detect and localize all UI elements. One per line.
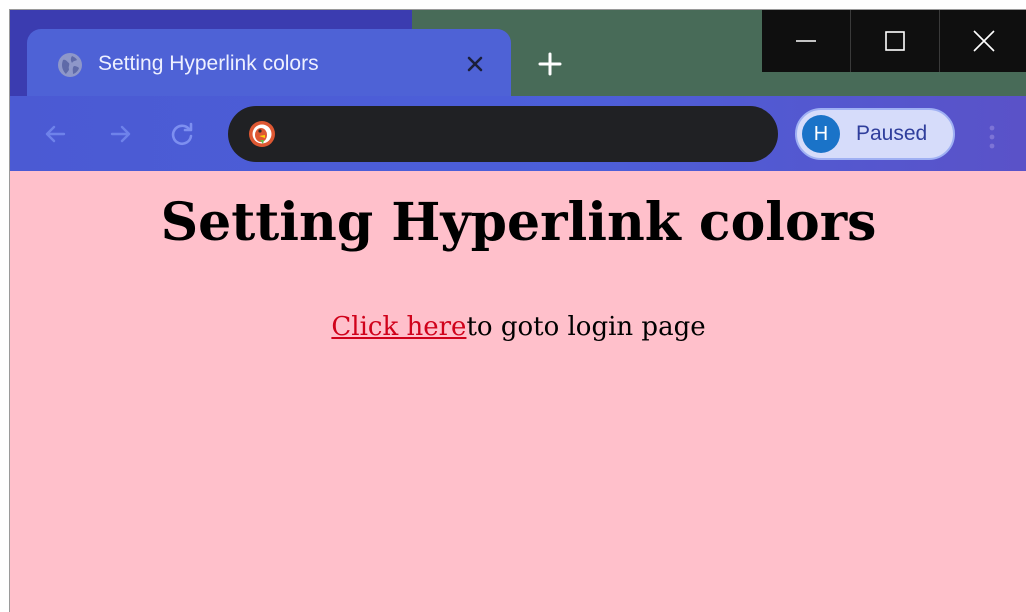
back-arrow-icon[interactable]	[42, 120, 70, 148]
address-bar[interactable]	[228, 106, 778, 162]
close-window-button[interactable]	[940, 10, 1026, 72]
browser-toolbar: H Paused	[10, 96, 1026, 171]
maximize-button[interactable]	[851, 10, 939, 72]
login-link[interactable]: Click here	[331, 312, 466, 342]
globe-icon	[58, 53, 82, 77]
forward-arrow-icon[interactable]	[106, 120, 134, 148]
login-line-text: to goto login page	[466, 312, 706, 342]
title-bar: Setting Hyperlink colors	[10, 10, 1026, 99]
minimize-icon	[796, 40, 816, 42]
browser-tab[interactable]: Setting Hyperlink colors	[27, 29, 511, 99]
avatar: H	[802, 115, 840, 153]
minimize-button[interactable]	[762, 10, 850, 72]
close-icon	[973, 30, 995, 52]
tab-title: Setting Hyperlink colors	[98, 52, 319, 75]
login-line: Click hereto goto login page	[10, 309, 1026, 345]
duckduckgo-icon	[249, 121, 275, 147]
new-tab-button[interactable]	[536, 50, 564, 78]
close-tab-icon[interactable]	[464, 53, 486, 75]
profile-button[interactable]: H Paused	[795, 108, 955, 160]
page-heading: Setting Hyperlink colors	[160, 192, 877, 253]
window-controls	[762, 10, 1026, 72]
profile-status-label: Paused	[856, 122, 928, 145]
reload-icon[interactable]	[168, 120, 196, 148]
kebab-menu-icon[interactable]	[982, 122, 1002, 152]
browser-window: Setting Hyperlink colors H Paused Settin…	[9, 9, 1026, 612]
maximize-icon	[885, 31, 905, 51]
address-input[interactable]	[288, 116, 758, 152]
page-content: Setting Hyperlink colors Click hereto go…	[10, 171, 1026, 612]
